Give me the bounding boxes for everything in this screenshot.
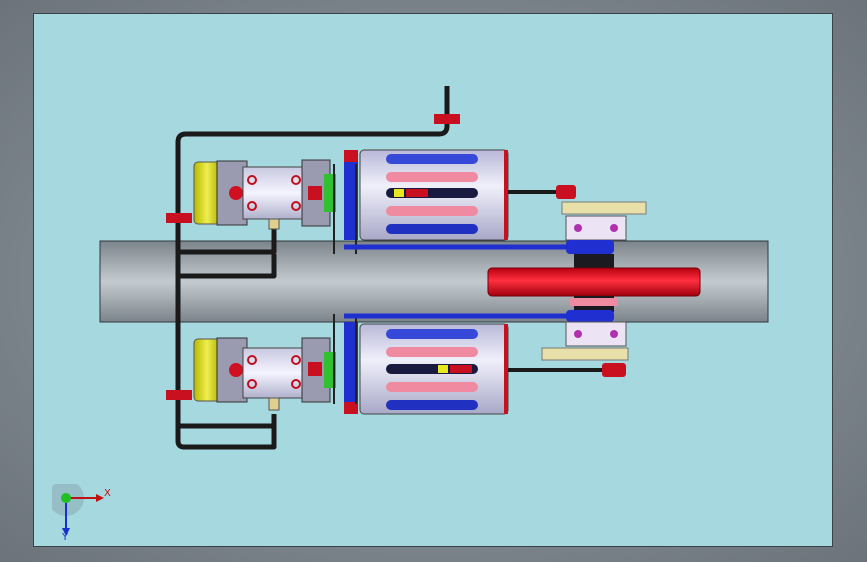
hub-collar-top <box>574 254 614 268</box>
bottom-cylinder-fin-5 <box>386 400 478 410</box>
top-cylinder-fin-2 <box>386 172 478 182</box>
top-cylinder-assembly[interactable] <box>193 149 576 254</box>
top-valve-block <box>242 166 304 220</box>
top-crank-arm <box>561 201 647 215</box>
y-axis-label: Y <box>62 532 69 543</box>
top-cylinder-fin-5 <box>386 224 478 234</box>
bottom-end-plate-yellow <box>193 338 221 402</box>
origin-sphere-icon <box>61 493 71 503</box>
top-cylinder-fin-1 <box>386 154 478 164</box>
bottom-cylinder-fin-2 <box>386 347 478 357</box>
bottom-cylinder-fin-1 <box>386 329 478 339</box>
bottom-crank-arm <box>541 347 629 361</box>
top-rod-end <box>556 185 576 199</box>
crank-assembly[interactable] <box>487 201 701 361</box>
cad-graphics-viewport[interactable]: X Y <box>33 13 833 547</box>
flywheel[interactable] <box>487 267 701 297</box>
pipe-clamp-bottom <box>166 390 192 400</box>
bottom-fitting <box>268 397 280 411</box>
coordinate-triad <box>52 484 104 536</box>
engine-assembly-model[interactable] <box>34 14 833 547</box>
pipe-clamp-top <box>166 213 192 223</box>
bottom-valve-knob <box>229 363 243 377</box>
top-end-plate-yellow <box>193 161 221 225</box>
bottom-rod-end <box>602 363 626 377</box>
x-axis-label: X <box>104 488 111 499</box>
top-fitting <box>268 218 280 230</box>
pipe-outlet-cap <box>434 114 460 124</box>
bottom-cylinder-assembly[interactable] <box>193 314 626 415</box>
top-cylinder-fin-4 <box>386 206 478 216</box>
bottom-cylinder-fin-4 <box>386 382 478 392</box>
top-valve-knob <box>229 186 243 200</box>
